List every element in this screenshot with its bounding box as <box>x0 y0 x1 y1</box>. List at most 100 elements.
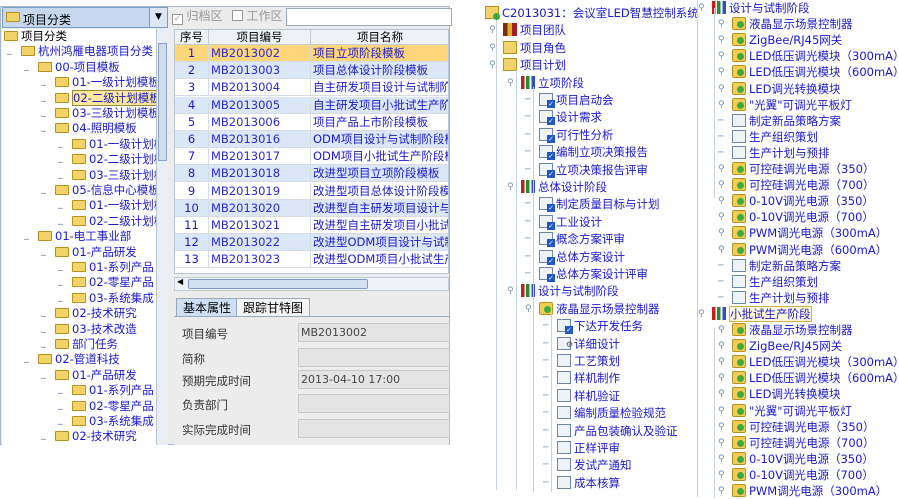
tree-node[interactable]: ─ 总体方案设计 <box>525 249 625 265</box>
tree-node[interactable]: ─ 04-照明模板 <box>41 121 137 136</box>
field-value[interactable]: 2013-04-10 17:00 <box>298 370 450 389</box>
work-area-checkbox[interactable] <box>232 10 244 21</box>
scrollbar-thumb[interactable] <box>188 279 368 289</box>
tab-basic-properties[interactable]: 基本属性 <box>176 298 239 317</box>
table-row[interactable]: 9 MB2013019 改进型项目总体设计阶段模板 <box>175 182 448 200</box>
field-value[interactable]: MB2013002 <box>298 323 450 342</box>
expand-toggle-icon[interactable]: ⚲ <box>698 0 705 16</box>
tree-node[interactable]: ⚲ 液晶显示场景控制器 <box>718 322 853 338</box>
table-row[interactable]: 1 MB2013002 项目立项阶段模板 <box>175 45 448 62</box>
tree-node[interactable]: ─ 工业设计 <box>525 214 602 230</box>
tree-node[interactable]: ─ 生产组织策划 <box>718 274 818 290</box>
expand-toggle-icon[interactable]: ⚲ <box>718 322 725 338</box>
expand-toggle-icon[interactable]: ⚲ <box>718 354 725 370</box>
tree-node[interactable]: ─ 制定新品策略方案 <box>718 258 841 274</box>
tree-node[interactable]: ─ 制定新品策略方案 <box>718 113 841 129</box>
tree-node[interactable]: ⚲ 立项阶段 <box>507 75 584 91</box>
tree-node[interactable]: ─ 01-产品研发 <box>41 245 137 260</box>
tree-node[interactable]: ─ 03-系统集成 <box>58 414 154 429</box>
tree-node[interactable]: ⚲ LED低压调光模块（300mA） <box>718 354 899 370</box>
tree-node[interactable]: ⚲ 可控硅调光电源（350） <box>718 161 874 177</box>
tree-node[interactable]: ─ 工艺策划 <box>543 353 620 369</box>
expand-toggle-icon[interactable]: ⚲ <box>718 451 725 467</box>
expand-toggle-icon[interactable]: ⚲ <box>507 179 514 195</box>
tree-node[interactable]: ─ 03-技术改造 <box>41 322 137 337</box>
tree-node[interactable]: ─ 样机制作 <box>543 370 620 386</box>
tree-node[interactable]: ⚲ ZigBee/RJ45网关 <box>718 338 842 354</box>
tree-node[interactable]: ⚲ PWM调光电源（600mA） <box>718 242 887 258</box>
expand-toggle-icon[interactable]: ⚲ <box>718 403 725 419</box>
scroll-left-icon[interactable]: ◀ <box>177 277 183 286</box>
expand-toggle-icon[interactable]: ⚲ <box>718 16 725 32</box>
tree-node[interactable]: C2013031：会议室LED智慧控制系统 <box>485 5 699 21</box>
expand-toggle-icon[interactable]: ⚲ <box>489 22 496 38</box>
expand-toggle-icon[interactable]: ⚲ <box>489 57 496 73</box>
tree-node[interactable]: ─ 立项决策报告评审 <box>525 162 648 178</box>
tree-node[interactable]: ─ 部门任务 <box>41 337 118 352</box>
tree-node[interactable]: ⚲ 液晶显示场景控制器 <box>525 301 660 317</box>
table-row[interactable]: 13MB2013023改进型ODM项目小批试生产... <box>175 251 448 269</box>
tree-node[interactable]: ─ 03-三级计划模板 <box>41 106 156 121</box>
tree-node[interactable]: 项目分类 <box>4 29 67 44</box>
tree-node[interactable]: ─ 生产组织策划 <box>718 129 818 145</box>
tree-node[interactable]: ⚲ 可控硅调光电源（350） <box>718 419 874 435</box>
table-row[interactable]: 3 MB2013004 自主研发项目设计与试制阶... <box>175 79 448 97</box>
tree-node[interactable]: ⚲ 0-10V调光电源（700） <box>718 467 874 483</box>
tree-node[interactable]: ─ 编制质量检验规范 <box>543 405 666 421</box>
tree-node[interactable]: ─ 成本核算 <box>543 475 620 491</box>
tree-node[interactable]: ─ 生产计划与预排 <box>718 145 830 161</box>
chevron-down-icon[interactable]: ▼ <box>149 8 167 27</box>
expand-toggle-icon[interactable]: ⚲ <box>698 306 705 322</box>
expand-toggle-icon[interactable]: ⚲ <box>718 209 725 225</box>
table-row[interactable]: 10 MB2013020 改进型自主研发项目设计与... <box>175 199 448 217</box>
column-header-name[interactable]: 项目名称 <box>311 30 448 45</box>
search-input[interactable] <box>286 8 452 26</box>
expand-toggle-icon[interactable]: ⚲ <box>718 161 725 177</box>
tree-node[interactable]: ⚲ LED调光转换模块 <box>718 81 841 97</box>
tree-node[interactable]: ─ 02-零星产品 <box>58 399 154 414</box>
tree-node[interactable]: ─ 总体方案设计评审 <box>525 266 648 282</box>
tree-node[interactable]: ⚲ 0-10V调光电源（700） <box>718 209 874 225</box>
tree-node[interactable]: ─ 01-一级计划模板 <box>41 75 156 90</box>
tree-node[interactable]: ⚲ PWM调光电源（300mA） <box>718 225 887 241</box>
tree-node[interactable]: ─ 02-技术研究 <box>41 429 137 444</box>
tree-node[interactable]: ⚲ 项目计划 <box>489 57 566 73</box>
expand-toggle-icon[interactable]: ⚲ <box>718 467 725 483</box>
tree-node[interactable]: ─ 样机验证 <box>543 388 620 404</box>
expand-toggle-icon[interactable]: ⚲ <box>718 177 725 193</box>
tree-node[interactable]: ⚲ LED低压调光模块（300mA） <box>718 48 899 64</box>
table-row[interactable]: 7MB2013017ODM项目小批试生产阶段模... <box>175 148 448 166</box>
tree-node[interactable]: ─ 02-零星产品 <box>58 275 154 290</box>
tree-node[interactable]: ⚲ LED调光转换模块 <box>718 386 841 402</box>
tree-node[interactable]: ⚲ "光翼"可调光平板灯 <box>718 403 852 419</box>
table-horizontal-scrollbar[interactable]: ◀ <box>174 277 449 291</box>
table-row[interactable]: 5 MB2013006 项目产品上市阶段模板 <box>175 113 448 131</box>
scrollbar-thumb[interactable] <box>158 43 167 161</box>
table-row[interactable]: 11 MB2013021 改进型自主研发项目小批试... <box>175 217 448 234</box>
table-row[interactable]: 2 MB2013003 项目总体设计阶段模板 <box>175 62 448 80</box>
table-row[interactable]: 8 MB2013018 改进型项目立项阶段模板 <box>175 165 448 183</box>
tree-node[interactable]: ─ 制定质量目标与计划 <box>525 196 660 213</box>
table-row[interactable]: 12MB2013022改进型ODM项目设计与试制... <box>175 234 448 252</box>
expand-toggle-icon[interactable]: ⚲ <box>718 32 725 48</box>
tree-node[interactable]: ─ 03-系统集成 <box>58 291 154 306</box>
tree-node[interactable]: ⚲ LED低压调光模块（600mA） <box>718 64 899 80</box>
tree-node[interactable]: ─ 02-二级计划模板 <box>41 89 156 106</box>
tree-node[interactable]: ⚲ 可控硅调光电源（700） <box>718 435 874 451</box>
tree-node[interactable]: ─ 杭州鸿雁电器项目分类 <box>7 44 153 59</box>
expand-toggle-icon[interactable]: ⚲ <box>718 242 725 258</box>
tree-node[interactable]: ─ 01-电工事业部 <box>24 229 131 244</box>
expand-toggle-icon[interactable]: ⚲ <box>718 386 725 402</box>
tree-node[interactable]: ⚲ 液晶显示场景控制器 <box>718 16 853 32</box>
column-header-code[interactable]: 项目编号 <box>209 30 311 45</box>
expand-toggle-icon[interactable]: ⚲ <box>525 301 532 317</box>
tree-node[interactable]: ─ 正样评审 <box>543 440 620 456</box>
tree-node[interactable]: ─ 可行性分析 <box>525 127 614 143</box>
table-row[interactable]: 6MB2013016ODM项目设计与试制阶段模... <box>175 131 448 148</box>
archive-checkbox[interactable]: ✓ <box>172 14 183 25</box>
tree-node[interactable]: ─ 01-一级计划模板 <box>58 198 156 213</box>
tree-node[interactable]: ─ 下达开发任务 <box>543 318 643 335</box>
field-value[interactable] <box>298 394 450 413</box>
tree-node[interactable]: ⚲ 项目团队 <box>489 22 566 38</box>
tree-node[interactable]: ─ 05-信息中心模板 <box>41 183 156 198</box>
